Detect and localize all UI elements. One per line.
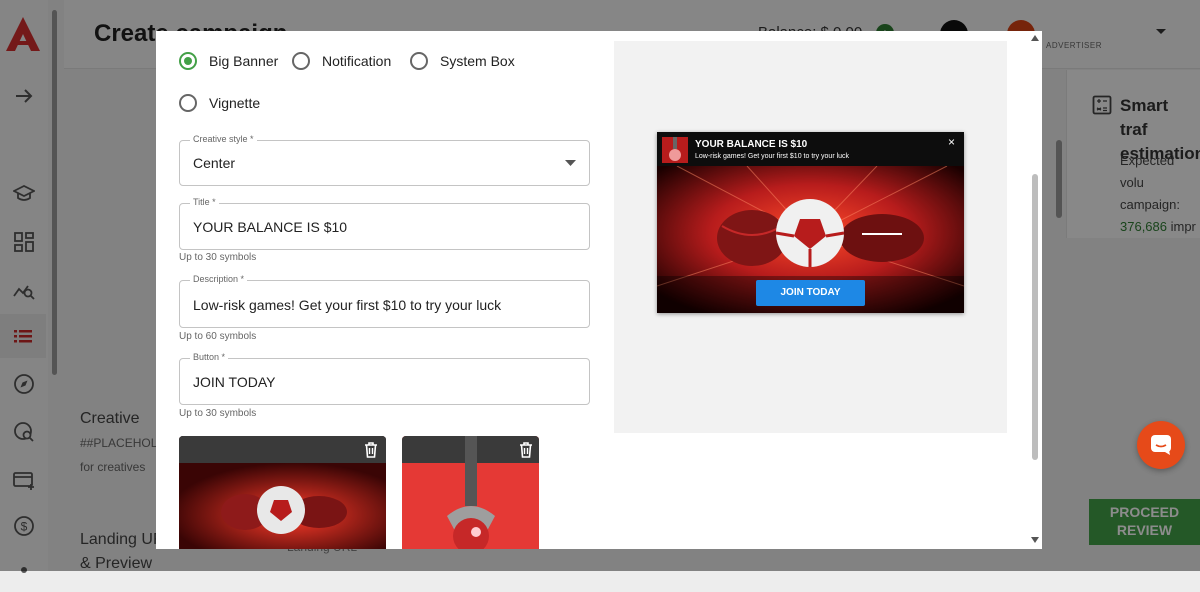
chat-support-button[interactable]: [1137, 421, 1185, 469]
button-text-field[interactable]: Button * JOIN TODAY: [179, 352, 590, 405]
radio-unchecked-icon: [292, 52, 310, 70]
banner-description: Low-risk games! Get your first $10 to tr…: [695, 153, 850, 160]
creative-image-thumbnail[interactable]: [402, 436, 539, 549]
radio-system-box[interactable]: System Box: [410, 52, 515, 70]
sports-balls-image: [179, 436, 386, 549]
radio-label: Notification: [322, 53, 392, 69]
radio-label: System Box: [440, 53, 515, 69]
field-label: Title *: [190, 197, 219, 207]
description-helper-text: Up to 60 symbols: [179, 331, 257, 342]
radio-notification[interactable]: Notification: [292, 52, 391, 70]
field-label: Description *: [190, 274, 248, 284]
close-icon[interactable]: ×: [948, 135, 955, 149]
description-field[interactable]: Description * Low-risk games! Get your f…: [179, 274, 590, 328]
button-helper-text: Up to 30 symbols: [179, 408, 257, 419]
field-label: Button *: [190, 352, 229, 362]
select-value: Center: [193, 155, 236, 171]
delete-image-icon[interactable]: [519, 442, 533, 458]
scroll-down-arrow-icon[interactable]: [1031, 537, 1039, 543]
radio-vignette[interactable]: Vignette: [179, 94, 260, 112]
radio-big-banner[interactable]: Big Banner: [179, 52, 278, 70]
creative-image-thumbnail[interactable]: [179, 436, 386, 549]
banner-title: YOUR BALANCE IS $10: [695, 139, 808, 150]
description-input-value: Low-risk games! Get your first $10 to tr…: [193, 297, 502, 313]
delete-image-icon[interactable]: [364, 442, 378, 458]
banner-preview: YOUR BALANCE IS $10 Low-risk games! Get …: [657, 132, 964, 313]
radio-checked-icon: [179, 52, 197, 70]
radio-label: Big Banner: [209, 53, 279, 69]
scroll-up-arrow-icon[interactable]: [1031, 35, 1039, 41]
radio-unchecked-icon: [410, 52, 428, 70]
banner-cta-button[interactable]: JOIN TODAY: [756, 280, 865, 306]
creative-style-select[interactable]: Creative style * Center: [179, 134, 590, 186]
modal-scrollbar[interactable]: [1032, 174, 1038, 460]
title-input-value: YOUR BALANCE IS $10: [193, 219, 348, 235]
radio-unchecked-icon: [179, 94, 197, 112]
chat-icon: [1151, 435, 1171, 455]
title-field[interactable]: Title * YOUR BALANCE IS $10: [179, 197, 590, 250]
field-label: Creative style *: [190, 134, 257, 144]
button-input-value: JOIN TODAY: [193, 374, 276, 390]
banner-icon-image: [662, 137, 688, 163]
dropdown-arrow-icon: [565, 160, 576, 166]
radio-label: Vignette: [209, 95, 261, 111]
title-helper-text: Up to 30 symbols: [179, 252, 257, 263]
